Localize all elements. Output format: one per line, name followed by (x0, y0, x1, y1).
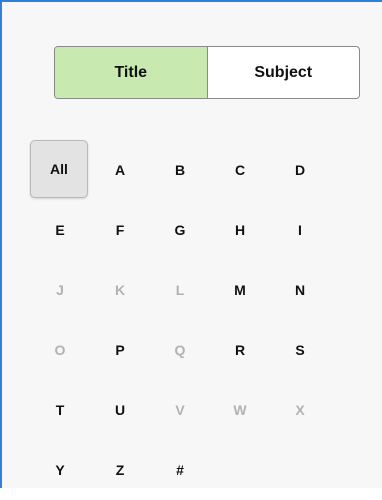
letter-filter-all[interactable]: All (30, 140, 88, 198)
browse-by-toggle: Title Subject (54, 46, 360, 99)
letter-filter-n[interactable]: N (270, 260, 330, 320)
letter-filter-t[interactable]: T (30, 380, 90, 440)
letter-filter-d[interactable]: D (270, 140, 330, 200)
title-toggle-button[interactable]: Title (55, 47, 207, 98)
letter-filter-r[interactable]: R (210, 320, 270, 380)
letter-filter-z[interactable]: Z (90, 440, 150, 500)
letter-filter-v: V (175, 402, 185, 418)
letter-filter-s[interactable]: S (270, 320, 330, 380)
letter-filter-y[interactable]: Y (30, 440, 90, 500)
letter-filter-i[interactable]: I (270, 200, 330, 260)
letter-filter-j: J (56, 282, 64, 298)
alphabet-filter-grid: All A B C D E F G H I J K L M N O P Q R S T U V W X Y Z # (30, 140, 330, 500)
letter-filter-p[interactable]: P (90, 320, 150, 380)
browse-panel: Title Subject All A B C D E F G H I J K L M N O P Q R S T U V W… (0, 0, 382, 488)
letter-filter-m[interactable]: M (210, 260, 270, 320)
letter-filter-hash[interactable]: # (150, 440, 210, 500)
letter-filter-x: X (295, 402, 305, 418)
letter-filter-e[interactable]: E (30, 200, 90, 260)
letter-filter-b[interactable]: B (150, 140, 210, 200)
letter-filter-l: L (175, 282, 185, 298)
letter-filter-a[interactable]: A (90, 140, 150, 200)
letter-filter-c[interactable]: C (210, 140, 270, 200)
subject-toggle-button[interactable]: Subject (206, 47, 360, 98)
letter-filter-u[interactable]: U (90, 380, 150, 440)
letter-filter-o: O (54, 342, 66, 358)
letter-filter-g[interactable]: G (150, 200, 210, 260)
letter-filter-w: W (233, 402, 247, 418)
letter-filter-h[interactable]: H (210, 200, 270, 260)
letter-filter-k: K (114, 282, 126, 298)
letter-filter-f[interactable]: F (90, 200, 150, 260)
letter-filter-q: Q (174, 342, 186, 358)
